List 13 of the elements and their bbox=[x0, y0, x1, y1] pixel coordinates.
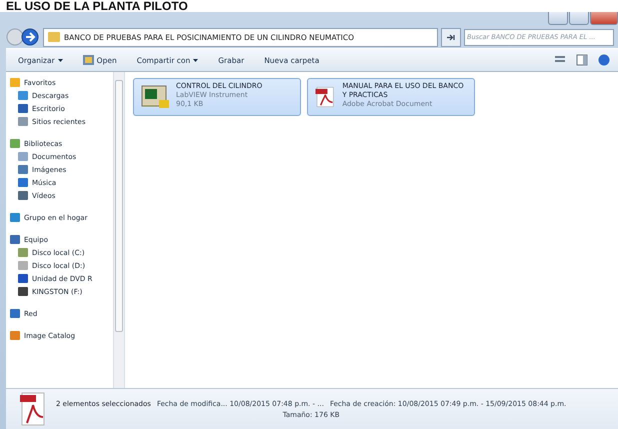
maximize-button[interactable] bbox=[569, 12, 589, 25]
minimize-button[interactable] bbox=[548, 12, 568, 25]
caret-icon bbox=[193, 58, 198, 62]
close-button[interactable] bbox=[590, 12, 618, 25]
refresh-button[interactable] bbox=[441, 28, 461, 46]
caret-icon bbox=[58, 58, 63, 62]
document-heading: EL USO DE LA PLANTA PILOTO bbox=[5, 0, 189, 12]
back-forward-icon[interactable] bbox=[6, 27, 40, 47]
scrollbar[interactable] bbox=[113, 72, 124, 388]
open-icon bbox=[82, 55, 94, 65]
arrow-icon bbox=[446, 34, 456, 40]
folder-icon bbox=[48, 32, 60, 42]
preview-pane-icon[interactable] bbox=[576, 54, 588, 66]
